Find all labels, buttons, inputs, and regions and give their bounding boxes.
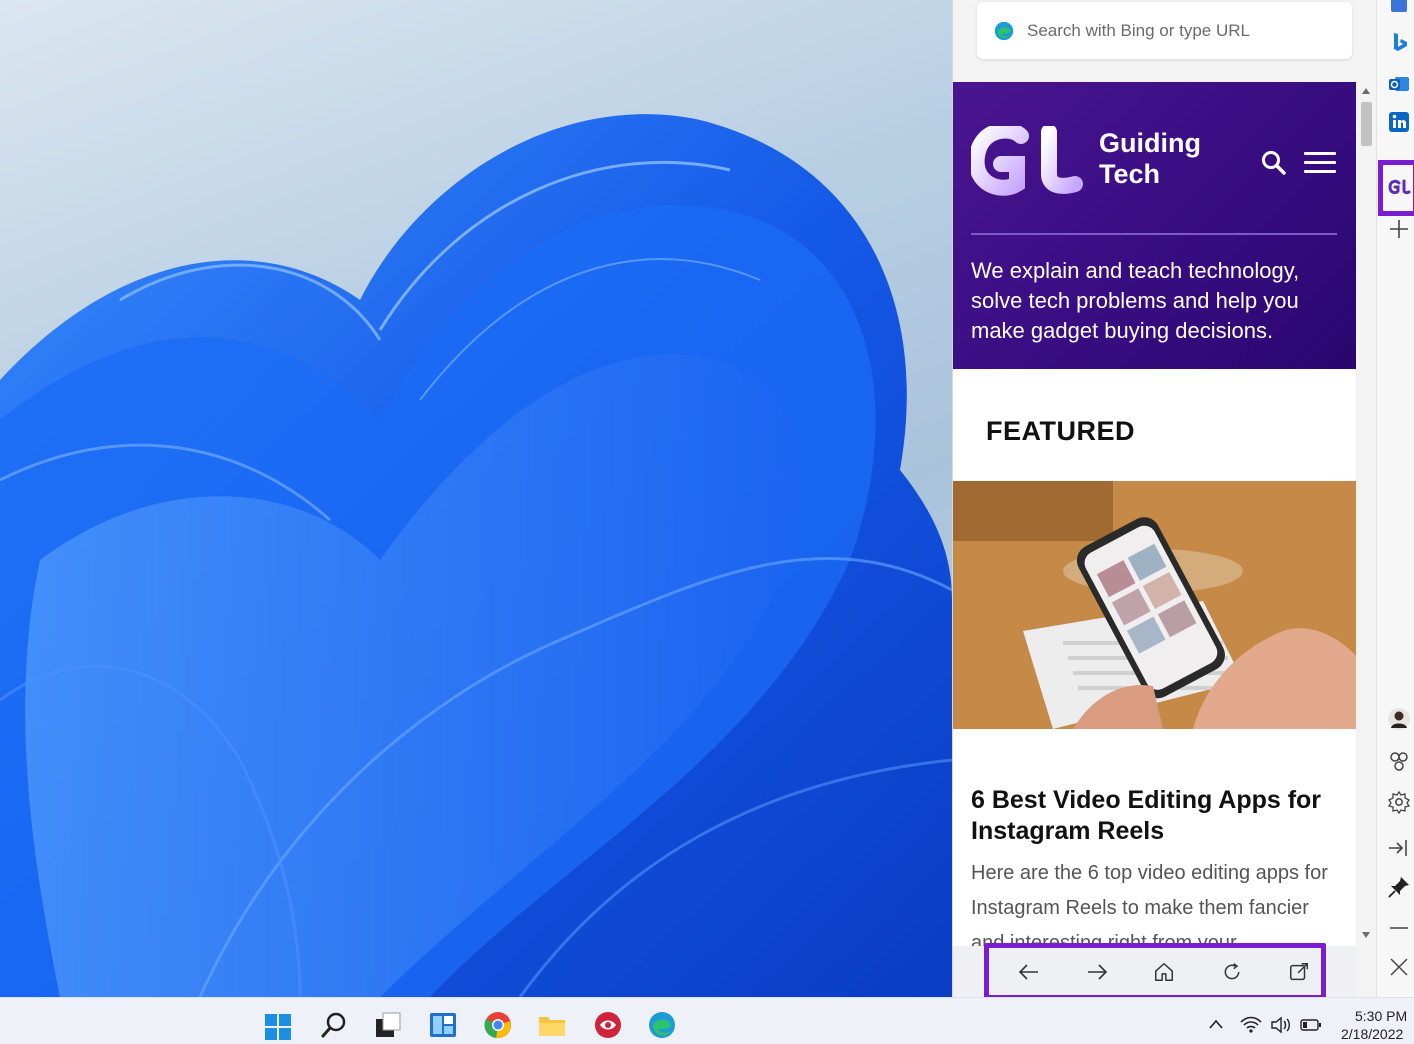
- scroll-thumb[interactable]: [1361, 102, 1372, 146]
- start-icon[interactable]: [264, 1013, 292, 1041]
- close-icon[interactable]: [1387, 955, 1411, 979]
- app-icon[interactable]: [594, 1011, 622, 1039]
- add-icon[interactable]: [1387, 217, 1411, 241]
- scroll-up-arrow-icon[interactable]: [1362, 88, 1370, 94]
- phone-photo: [953, 481, 1356, 729]
- scroll-down-arrow-icon[interactable]: [1362, 932, 1370, 938]
- outlook-icon[interactable]: [1387, 72, 1411, 96]
- search-icon[interactable]: [1261, 150, 1287, 176]
- settings-icon[interactable]: [1387, 790, 1411, 814]
- brand-name-line2: Tech: [1099, 159, 1161, 189]
- edge-icon[interactable]: [648, 1011, 676, 1039]
- bloom-graphic: [0, 114, 952, 997]
- chrome-icon[interactable]: [484, 1011, 512, 1039]
- web-page-viewport[interactable]: Guiding Tech We explain and teach techno…: [953, 82, 1356, 946]
- task-view-icon[interactable]: [374, 1011, 402, 1039]
- article-title[interactable]: 6 Best Video Editing Apps for Instagram …: [971, 785, 1341, 847]
- featured-article-image[interactable]: [953, 481, 1356, 729]
- sidebar-address-bar[interactable]: [977, 2, 1352, 59]
- edge-icon: [994, 21, 1014, 40]
- linkedin-icon[interactable]: [1387, 110, 1411, 134]
- site-header: Guiding Tech We explain and teach techno…: [953, 82, 1356, 369]
- featured-heading: FEATURED: [986, 416, 1135, 446]
- page-scrollbar[interactable]: [1358, 82, 1373, 946]
- volume-icon[interactable]: [1270, 1016, 1292, 1034]
- taskbar: 5:30 PM 2/18/2022: [0, 997, 1414, 1044]
- clock-date[interactable]: 2/18/2022: [1341, 1026, 1403, 1042]
- site-tagline: We explain and teach technology, solve t…: [971, 258, 1300, 343]
- hamburger-menu-icon[interactable]: [1304, 152, 1336, 173]
- trophy-icon[interactable]: [1387, 750, 1411, 774]
- search-icon[interactable]: [320, 1011, 348, 1039]
- clock-time[interactable]: 5:30 PM: [1355, 1008, 1407, 1024]
- edge-sidebar-panel: Guiding Tech We explain and teach techno…: [952, 0, 1376, 997]
- sidebar-app-highlight-box: [1378, 160, 1414, 216]
- avatar[interactable]: [1387, 707, 1411, 731]
- article-description: Here are the 6 top video editing apps fo…: [971, 862, 1328, 946]
- widgets-icon[interactable]: [429, 1011, 457, 1039]
- office-icon[interactable]: [1387, 0, 1411, 16]
- file-explorer-icon[interactable]: [538, 1011, 566, 1039]
- desktop-wallpaper: [0, 0, 952, 997]
- battery-icon[interactable]: [1300, 1018, 1322, 1032]
- nav-bar-highlight-box: [984, 943, 1326, 1000]
- bing-icon[interactable]: [1387, 30, 1411, 54]
- search-input[interactable]: [1027, 20, 1347, 41]
- chevron-up-icon[interactable]: [1208, 1018, 1224, 1030]
- edge-sidebar-strip: [1376, 0, 1414, 997]
- wifi-icon[interactable]: [1240, 1016, 1262, 1034]
- collapse-icon[interactable]: [1387, 836, 1411, 860]
- brand-name-line1: Guiding: [1099, 128, 1201, 158]
- minimize-icon[interactable]: [1387, 916, 1411, 940]
- pin-icon[interactable]: [1387, 875, 1411, 899]
- guiding-tech-logo[interactable]: [971, 126, 1085, 196]
- header-divider: [971, 233, 1337, 235]
